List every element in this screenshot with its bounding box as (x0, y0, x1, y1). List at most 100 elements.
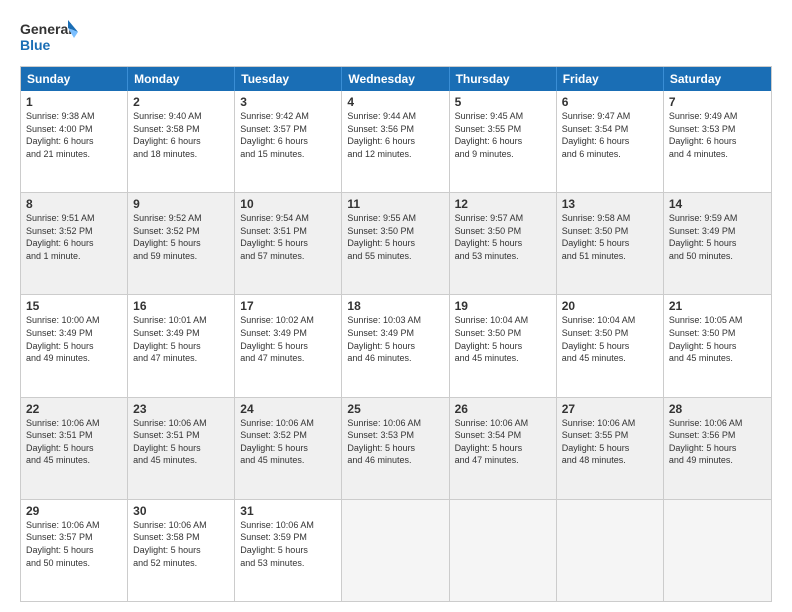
day-info: Sunrise: 10:06 AM Sunset: 3:58 PM Daylig… (133, 519, 229, 569)
weekday-header-friday: Friday (557, 67, 664, 91)
day-number: 19 (455, 299, 551, 313)
day-info: Sunrise: 10:06 AM Sunset: 3:54 PM Daylig… (455, 417, 551, 467)
day-cell-12: 12Sunrise: 9:57 AM Sunset: 3:50 PM Dayli… (450, 193, 557, 294)
day-cell-26: 26Sunrise: 10:06 AM Sunset: 3:54 PM Dayl… (450, 398, 557, 499)
day-cell-7: 7Sunrise: 9:49 AM Sunset: 3:53 PM Daylig… (664, 91, 771, 192)
day-number: 18 (347, 299, 443, 313)
day-number: 9 (133, 197, 229, 211)
day-info: Sunrise: 9:57 AM Sunset: 3:50 PM Dayligh… (455, 212, 551, 262)
day-cell-8: 8Sunrise: 9:51 AM Sunset: 3:52 PM Daylig… (21, 193, 128, 294)
day-number: 26 (455, 402, 551, 416)
day-info: Sunrise: 9:49 AM Sunset: 3:53 PM Dayligh… (669, 110, 766, 160)
day-number: 16 (133, 299, 229, 313)
day-cell-22: 22Sunrise: 10:06 AM Sunset: 3:51 PM Dayl… (21, 398, 128, 499)
day-info: Sunrise: 10:02 AM Sunset: 3:49 PM Daylig… (240, 314, 336, 364)
calendar-row-1: 1Sunrise: 9:38 AM Sunset: 4:00 PM Daylig… (21, 91, 771, 192)
day-cell-5: 5Sunrise: 9:45 AM Sunset: 3:55 PM Daylig… (450, 91, 557, 192)
calendar-row-4: 22Sunrise: 10:06 AM Sunset: 3:51 PM Dayl… (21, 397, 771, 499)
day-info: Sunrise: 9:38 AM Sunset: 4:00 PM Dayligh… (26, 110, 122, 160)
day-number: 10 (240, 197, 336, 211)
day-info: Sunrise: 10:06 AM Sunset: 3:53 PM Daylig… (347, 417, 443, 467)
day-number: 3 (240, 95, 336, 109)
day-number: 14 (669, 197, 766, 211)
day-number: 6 (562, 95, 658, 109)
header: GeneralBlue (20, 16, 772, 56)
day-info: Sunrise: 10:06 AM Sunset: 3:56 PM Daylig… (669, 417, 766, 467)
weekday-header-tuesday: Tuesday (235, 67, 342, 91)
day-cell-20: 20Sunrise: 10:04 AM Sunset: 3:50 PM Dayl… (557, 295, 664, 396)
day-cell-17: 17Sunrise: 10:02 AM Sunset: 3:49 PM Dayl… (235, 295, 342, 396)
weekday-header-monday: Monday (128, 67, 235, 91)
day-cell-24: 24Sunrise: 10:06 AM Sunset: 3:52 PM Dayl… (235, 398, 342, 499)
day-info: Sunrise: 9:58 AM Sunset: 3:50 PM Dayligh… (562, 212, 658, 262)
day-cell-9: 9Sunrise: 9:52 AM Sunset: 3:52 PM Daylig… (128, 193, 235, 294)
day-cell-29: 29Sunrise: 10:06 AM Sunset: 3:57 PM Dayl… (21, 500, 128, 601)
day-number: 29 (26, 504, 122, 518)
day-info: Sunrise: 9:45 AM Sunset: 3:55 PM Dayligh… (455, 110, 551, 160)
day-cell-11: 11Sunrise: 9:55 AM Sunset: 3:50 PM Dayli… (342, 193, 449, 294)
day-number: 27 (562, 402, 658, 416)
day-cell-13: 13Sunrise: 9:58 AM Sunset: 3:50 PM Dayli… (557, 193, 664, 294)
day-info: Sunrise: 10:00 AM Sunset: 3:49 PM Daylig… (26, 314, 122, 364)
day-info: Sunrise: 10:04 AM Sunset: 3:50 PM Daylig… (562, 314, 658, 364)
day-number: 2 (133, 95, 229, 109)
day-info: Sunrise: 10:06 AM Sunset: 3:59 PM Daylig… (240, 519, 336, 569)
day-number: 23 (133, 402, 229, 416)
day-info: Sunrise: 9:47 AM Sunset: 3:54 PM Dayligh… (562, 110, 658, 160)
day-cell-23: 23Sunrise: 10:06 AM Sunset: 3:51 PM Dayl… (128, 398, 235, 499)
day-cell-21: 21Sunrise: 10:05 AM Sunset: 3:50 PM Dayl… (664, 295, 771, 396)
day-info: Sunrise: 10:06 AM Sunset: 3:52 PM Daylig… (240, 417, 336, 467)
day-number: 31 (240, 504, 336, 518)
day-info: Sunrise: 9:54 AM Sunset: 3:51 PM Dayligh… (240, 212, 336, 262)
day-cell-30: 30Sunrise: 10:06 AM Sunset: 3:58 PM Dayl… (128, 500, 235, 601)
day-info: Sunrise: 9:40 AM Sunset: 3:58 PM Dayligh… (133, 110, 229, 160)
day-cell-19: 19Sunrise: 10:04 AM Sunset: 3:50 PM Dayl… (450, 295, 557, 396)
day-cell-27: 27Sunrise: 10:06 AM Sunset: 3:55 PM Dayl… (557, 398, 664, 499)
day-info: Sunrise: 9:52 AM Sunset: 3:52 PM Dayligh… (133, 212, 229, 262)
weekday-header-wednesday: Wednesday (342, 67, 449, 91)
day-cell-16: 16Sunrise: 10:01 AM Sunset: 3:49 PM Dayl… (128, 295, 235, 396)
day-cell-1: 1Sunrise: 9:38 AM Sunset: 4:00 PM Daylig… (21, 91, 128, 192)
day-number: 8 (26, 197, 122, 211)
empty-cell (450, 500, 557, 601)
logo: GeneralBlue (20, 16, 80, 56)
day-info: Sunrise: 10:05 AM Sunset: 3:50 PM Daylig… (669, 314, 766, 364)
day-number: 25 (347, 402, 443, 416)
day-info: Sunrise: 10:01 AM Sunset: 3:49 PM Daylig… (133, 314, 229, 364)
day-info: Sunrise: 9:44 AM Sunset: 3:56 PM Dayligh… (347, 110, 443, 160)
day-number: 22 (26, 402, 122, 416)
day-info: Sunrise: 10:06 AM Sunset: 3:51 PM Daylig… (26, 417, 122, 467)
weekday-header-sunday: Sunday (21, 67, 128, 91)
day-cell-25: 25Sunrise: 10:06 AM Sunset: 3:53 PM Dayl… (342, 398, 449, 499)
calendar-row-3: 15Sunrise: 10:00 AM Sunset: 3:49 PM Dayl… (21, 294, 771, 396)
day-cell-18: 18Sunrise: 10:03 AM Sunset: 3:49 PM Dayl… (342, 295, 449, 396)
day-cell-2: 2Sunrise: 9:40 AM Sunset: 3:58 PM Daylig… (128, 91, 235, 192)
day-cell-28: 28Sunrise: 10:06 AM Sunset: 3:56 PM Dayl… (664, 398, 771, 499)
day-info: Sunrise: 10:06 AM Sunset: 3:57 PM Daylig… (26, 519, 122, 569)
day-number: 17 (240, 299, 336, 313)
day-number: 15 (26, 299, 122, 313)
day-cell-3: 3Sunrise: 9:42 AM Sunset: 3:57 PM Daylig… (235, 91, 342, 192)
svg-text:Blue: Blue (20, 37, 51, 53)
day-number: 4 (347, 95, 443, 109)
day-info: Sunrise: 9:51 AM Sunset: 3:52 PM Dayligh… (26, 212, 122, 262)
calendar-header: SundayMondayTuesdayWednesdayThursdayFrid… (21, 67, 771, 91)
day-info: Sunrise: 10:04 AM Sunset: 3:50 PM Daylig… (455, 314, 551, 364)
calendar-row-5: 29Sunrise: 10:06 AM Sunset: 3:57 PM Dayl… (21, 499, 771, 601)
day-number: 28 (669, 402, 766, 416)
day-info: Sunrise: 10:06 AM Sunset: 3:55 PM Daylig… (562, 417, 658, 467)
day-cell-4: 4Sunrise: 9:44 AM Sunset: 3:56 PM Daylig… (342, 91, 449, 192)
day-info: Sunrise: 9:42 AM Sunset: 3:57 PM Dayligh… (240, 110, 336, 160)
logo-svg: GeneralBlue (20, 16, 80, 56)
day-cell-6: 6Sunrise: 9:47 AM Sunset: 3:54 PM Daylig… (557, 91, 664, 192)
day-info: Sunrise: 10:03 AM Sunset: 3:49 PM Daylig… (347, 314, 443, 364)
calendar-body: 1Sunrise: 9:38 AM Sunset: 4:00 PM Daylig… (21, 91, 771, 601)
day-number: 21 (669, 299, 766, 313)
day-number: 5 (455, 95, 551, 109)
page: GeneralBlue SundayMondayTuesdayWednesday… (0, 0, 792, 612)
day-info: Sunrise: 9:55 AM Sunset: 3:50 PM Dayligh… (347, 212, 443, 262)
day-info: Sunrise: 10:06 AM Sunset: 3:51 PM Daylig… (133, 417, 229, 467)
calendar: SundayMondayTuesdayWednesdayThursdayFrid… (20, 66, 772, 602)
day-cell-15: 15Sunrise: 10:00 AM Sunset: 3:49 PM Dayl… (21, 295, 128, 396)
day-info: Sunrise: 9:59 AM Sunset: 3:49 PM Dayligh… (669, 212, 766, 262)
